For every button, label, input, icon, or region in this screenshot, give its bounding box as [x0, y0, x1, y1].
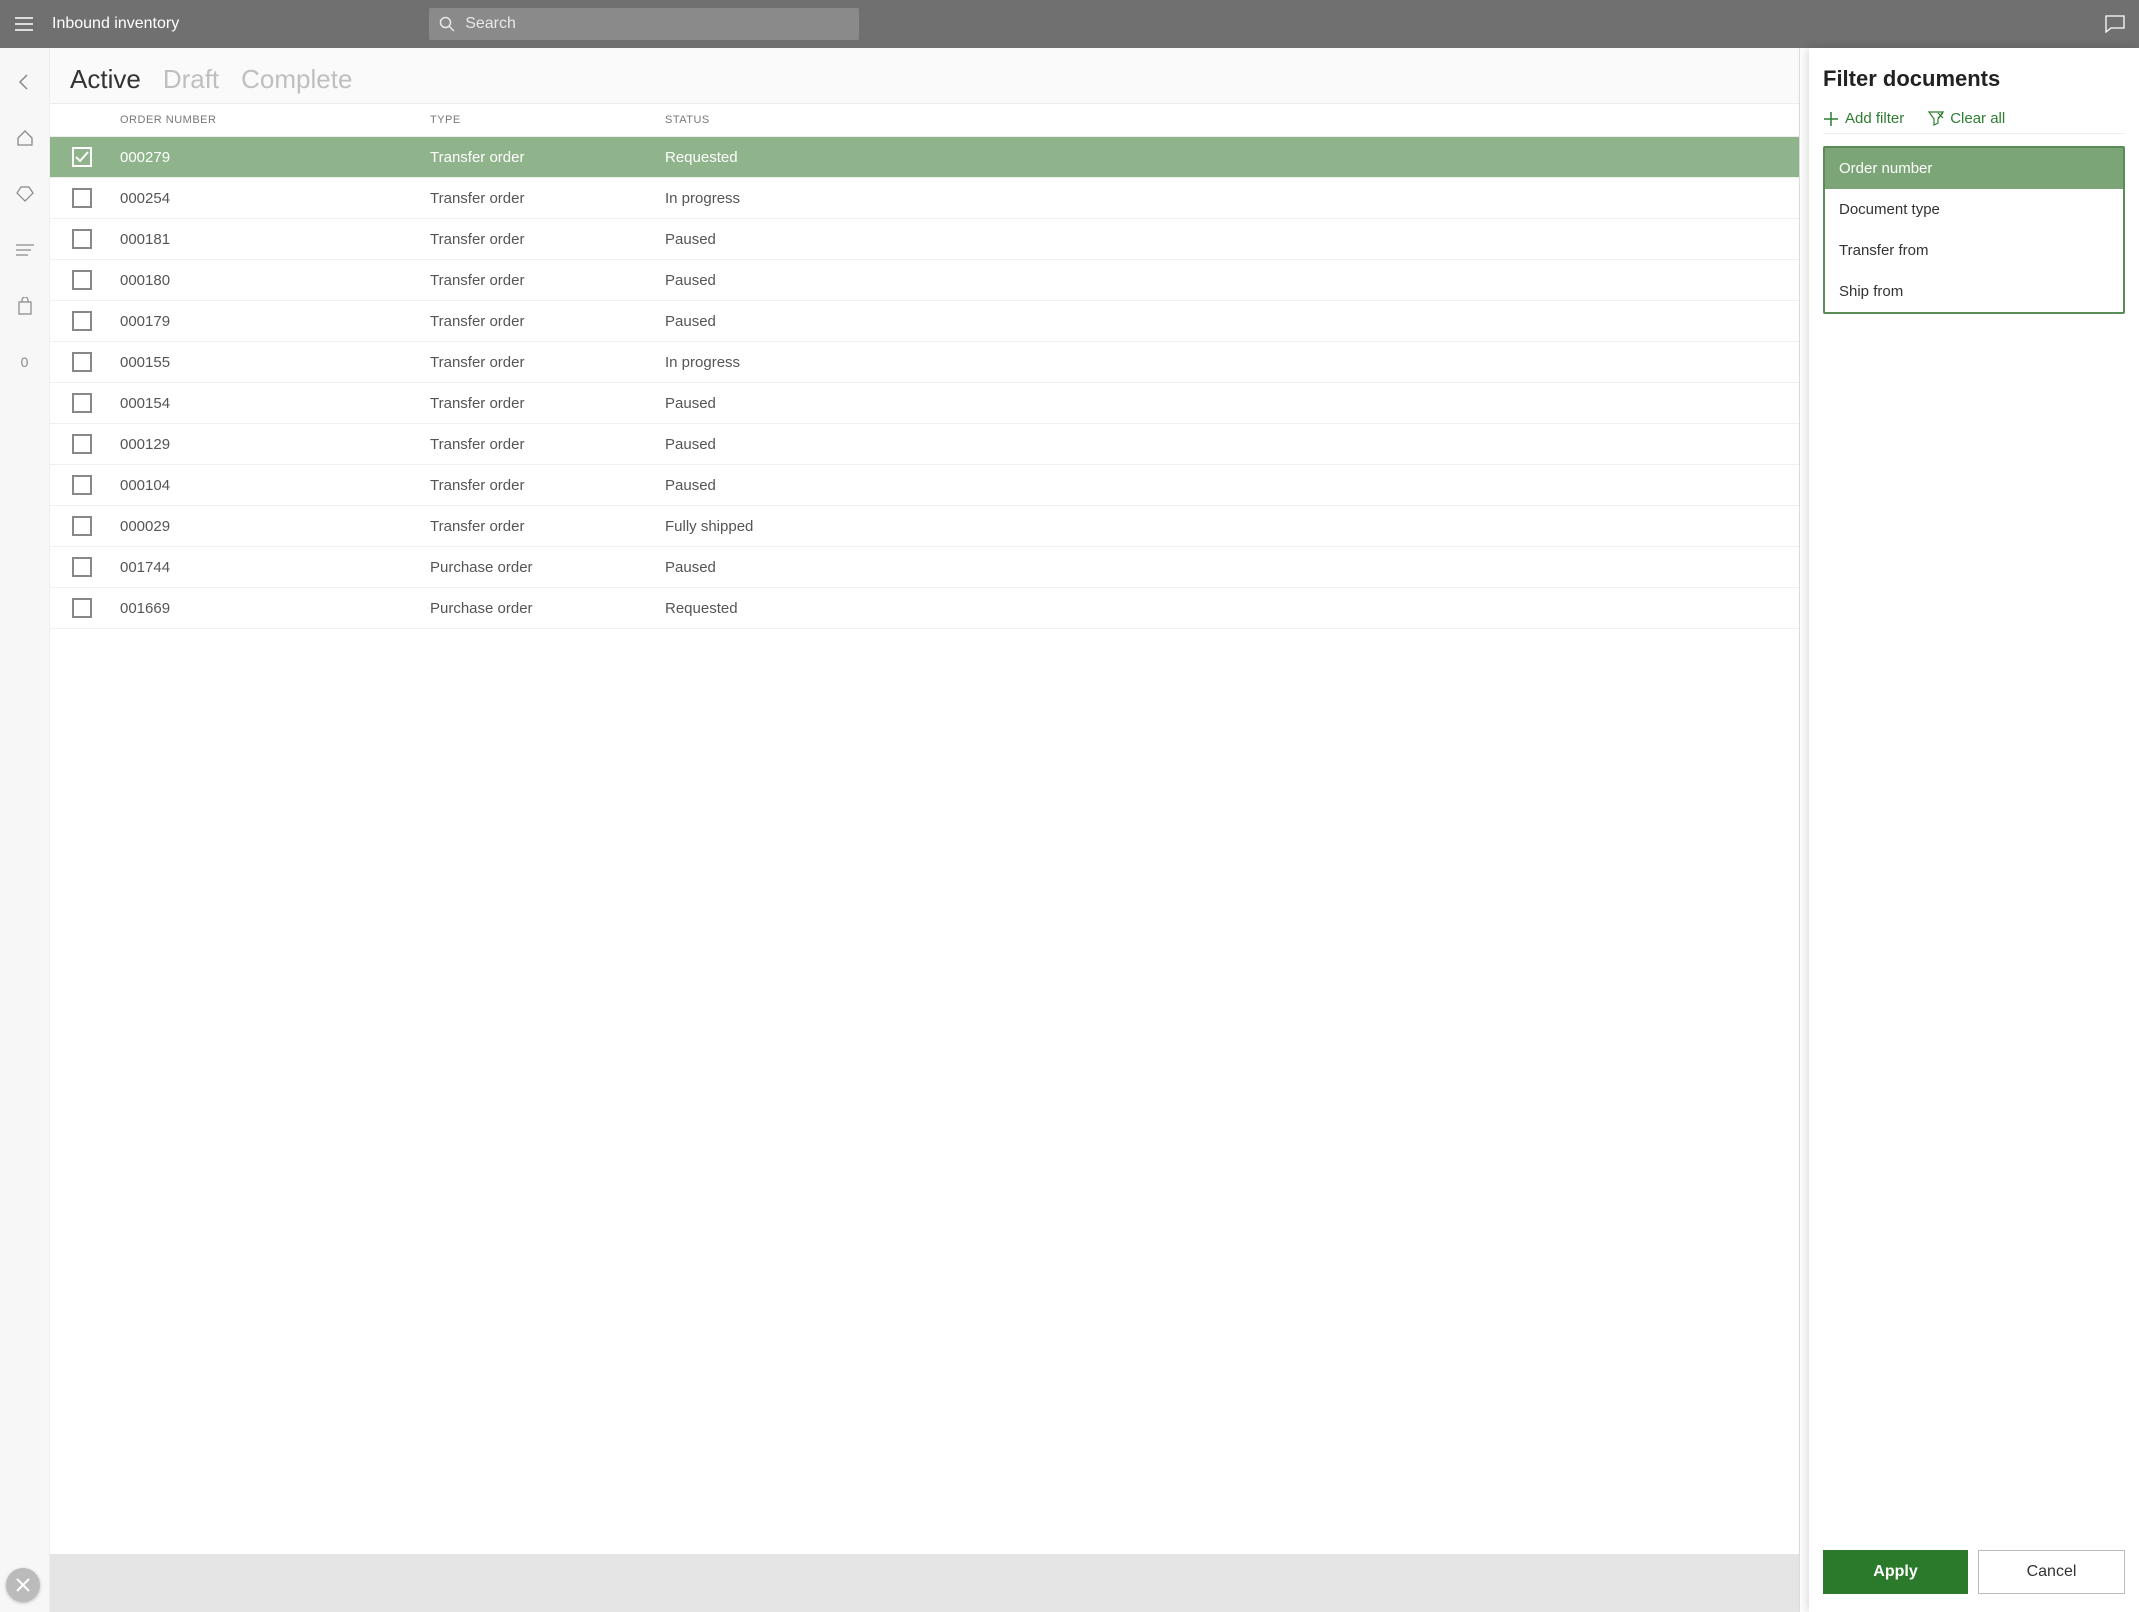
- row-checkbox[interactable]: [72, 311, 92, 331]
- filter-flyout: Filter documents Add filter Clear all Or…: [1809, 48, 2139, 1612]
- search-placeholder: Search: [465, 15, 516, 33]
- row-checkbox[interactable]: [72, 516, 92, 536]
- search-icon: [439, 16, 455, 32]
- top-bar: Inbound inventory Search: [0, 0, 2139, 48]
- cell-type: Purchase order: [430, 559, 665, 576]
- filter-option-transfer-from[interactable]: Transfer from: [1825, 230, 2123, 271]
- cell-type: Transfer order: [430, 231, 665, 248]
- apply-button[interactable]: Apply: [1823, 1550, 1968, 1594]
- cell-order: 000029: [120, 518, 430, 535]
- cell-order: 000279: [120, 149, 430, 166]
- plus-icon: [1823, 111, 1839, 127]
- lines-icon[interactable]: [9, 234, 41, 266]
- row-checkbox[interactable]: [72, 352, 92, 372]
- cancel-button[interactable]: Cancel: [1978, 1550, 2125, 1594]
- cell-order: 000129: [120, 436, 430, 453]
- home-icon[interactable]: [9, 122, 41, 154]
- page-title: Inbound inventory: [52, 15, 179, 33]
- hamburger-button[interactable]: [8, 8, 40, 40]
- cell-type: Transfer order: [430, 149, 665, 166]
- left-rail: 0: [0, 48, 50, 1612]
- row-checkbox[interactable]: [72, 393, 92, 413]
- filter-option-ship-from[interactable]: Ship from: [1825, 271, 2123, 312]
- row-checkbox[interactable]: [72, 147, 92, 167]
- filter-field-dropdown: Order number Document type Transfer from…: [1823, 146, 2125, 314]
- bag-icon[interactable]: [9, 290, 41, 322]
- row-checkbox[interactable]: [72, 188, 92, 208]
- boxes-icon[interactable]: [9, 178, 41, 210]
- row-checkbox[interactable]: [72, 434, 92, 454]
- row-checkbox[interactable]: [72, 229, 92, 249]
- cell-order: 000181: [120, 231, 430, 248]
- cell-order: 000254: [120, 190, 430, 207]
- cell-type: Purchase order: [430, 600, 665, 617]
- zero-icon[interactable]: 0: [9, 346, 41, 378]
- back-button[interactable]: [9, 66, 41, 98]
- cell-type: Transfer order: [430, 436, 665, 453]
- add-filter-button[interactable]: Add filter: [1823, 110, 1904, 127]
- tab-complete[interactable]: Complete: [241, 64, 352, 95]
- cell-order: 001669: [120, 600, 430, 617]
- cell-type: Transfer order: [430, 190, 665, 207]
- filter-option-order-number[interactable]: Order number: [1825, 148, 2123, 189]
- cell-type: Transfer order: [430, 354, 665, 371]
- cell-order: 001744: [120, 559, 430, 576]
- col-order[interactable]: ORDER NUMBER: [120, 114, 430, 126]
- tab-active[interactable]: Active: [70, 64, 141, 95]
- cell-order: 000155: [120, 354, 430, 371]
- cell-type: Transfer order: [430, 395, 665, 412]
- row-checkbox[interactable]: [72, 557, 92, 577]
- clear-filter-icon: [1928, 111, 1944, 127]
- row-checkbox[interactable]: [72, 598, 92, 618]
- cell-type: Transfer order: [430, 477, 665, 494]
- close-circle-button[interactable]: [6, 1568, 40, 1602]
- col-type[interactable]: TYPE: [430, 114, 665, 126]
- cell-type: Transfer order: [430, 518, 665, 535]
- cell-type: Transfer order: [430, 313, 665, 330]
- cell-order: 000154: [120, 395, 430, 412]
- tab-draft[interactable]: Draft: [163, 64, 219, 95]
- cell-type: Transfer order: [430, 272, 665, 289]
- flyout-title: Filter documents: [1823, 66, 2125, 92]
- filter-option-document-type[interactable]: Document type: [1825, 189, 2123, 230]
- row-checkbox[interactable]: [72, 270, 92, 290]
- cell-order: 000179: [120, 313, 430, 330]
- cell-order: 000180: [120, 272, 430, 289]
- search-box[interactable]: Search: [429, 8, 859, 40]
- row-checkbox[interactable]: [72, 475, 92, 495]
- close-icon: [16, 1578, 30, 1592]
- cell-order: 000104: [120, 477, 430, 494]
- clear-all-button[interactable]: Clear all: [1928, 110, 2005, 127]
- messages-button[interactable]: [2099, 8, 2131, 40]
